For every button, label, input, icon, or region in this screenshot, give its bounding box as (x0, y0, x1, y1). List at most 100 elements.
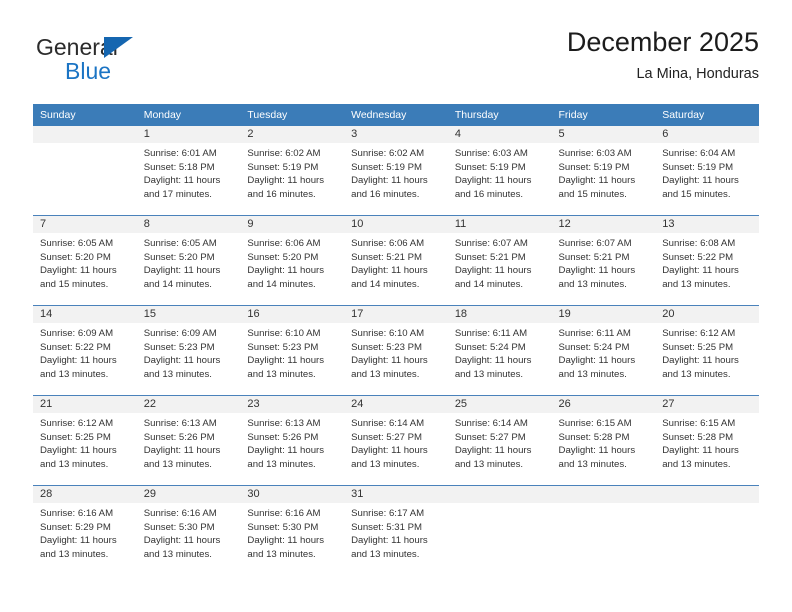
day-number (551, 486, 656, 503)
sunrise-text: Sunrise: 6:12 AM (40, 418, 114, 429)
calendar-day-cell[interactable]: 4 Sunrise: 6:03 AM Sunset: 5:19 PM Daylight… (447, 126, 552, 214)
calendar-day-cell[interactable]: 14 Sunrise: 6:09 AM Sunset: 5:22 PM Dayligh… (33, 306, 137, 394)
weekday-header-friday: Friday (551, 104, 656, 126)
calendar-day-cell[interactable]: 23 Sunrise: 6:13 AM Sunset: 5:26 PM Dayligh… (240, 396, 345, 484)
sunset-text: Sunset: 5:19 PM (351, 161, 423, 173)
daylight-text-line1: Daylight: 11 hours (662, 265, 739, 277)
day-number: 18 (447, 306, 552, 323)
calendar-day-cell[interactable]: 29 Sunrise: 6:16 AM Sunset: 5:30 PM Dayligh… (136, 486, 241, 574)
calendar-day-cell[interactable]: 17 Sunrise: 6:10 AM Sunset: 5:23 PM Dayligh… (344, 306, 448, 394)
weekday-header-thursday: Thursday (447, 104, 552, 126)
sunset-text: Sunset: 5:26 PM (247, 431, 319, 443)
calendar-day-cell[interactable]: 22 Sunrise: 6:13 AM Sunset: 5:26 PM Dayligh… (136, 396, 241, 484)
calendar-week-row: 7 Sunrise: 6:05 AM Sunset: 5:20 PM Daylight… (33, 215, 759, 306)
sunset-text: Sunset: 5:21 PM (351, 251, 423, 263)
calendar-day-cell[interactable]: 13 Sunrise: 6:08 AM Sunset: 5:22 PM Dayligh… (655, 216, 759, 304)
calendar-day-cell[interactable]: 8 Sunrise: 6:05 AM Sunset: 5:20 PM Daylight… (136, 216, 241, 304)
calendar-day-cell[interactable]: 7 Sunrise: 6:05 AM Sunset: 5:20 PM Daylight… (33, 216, 137, 304)
day-details: Sunrise: 6:10 AM Sunset: 5:23 PM Daylight:… (240, 323, 344, 381)
daylight-text-line1: Daylight: 11 hours (143, 355, 221, 367)
day-details: Sunrise: 6:05 AM Sunset: 5:20 PM Daylight:… (137, 233, 241, 291)
daylight-text-line1: Daylight: 11 hours (40, 355, 117, 367)
day-details: Sunrise: 6:11 AM Sunset: 5:24 PM Daylight:… (448, 323, 552, 381)
sunrise-text: Sunrise: 6:07 AM (454, 238, 528, 249)
daylight-text-line1: Daylight: 11 hours (558, 265, 636, 277)
daylight-text-line1: Daylight: 11 hours (558, 445, 636, 457)
calendar-day-cell[interactable]: 5 Sunrise: 6:03 AM Sunset: 5:19 PM Daylight… (551, 126, 656, 214)
calendar-day-cell[interactable]: 11 Sunrise: 6:07 AM Sunset: 5:21 PM Dayligh… (447, 216, 552, 304)
day-number: 21 (33, 396, 137, 413)
daylight-text-line2: and 16 minutes. (247, 188, 316, 200)
sunset-text: Sunset: 5:19 PM (454, 161, 526, 173)
day-details: Sunrise: 6:06 AM Sunset: 5:20 PM Daylight:… (240, 233, 344, 291)
sunrise-text: Sunrise: 6:02 AM (351, 148, 425, 159)
sunrise-text: Sunrise: 6:13 AM (143, 418, 217, 429)
daylight-text-line2: and 17 minutes. (143, 188, 212, 200)
calendar-day-cell[interactable]: 31 Sunrise: 6:17 AM Sunset: 5:31 PM Dayligh… (344, 486, 448, 574)
day-details: Sunrise: 6:02 AM Sunset: 5:19 PM Daylight:… (344, 143, 448, 201)
calendar-day-cell[interactable]: 10 Sunrise: 6:06 AM Sunset: 5:21 PM Dayligh… (344, 216, 448, 304)
calendar-day-cell[interactable]: 6 Sunrise: 6:04 AM Sunset: 5:19 PM Daylight… (655, 126, 759, 214)
day-number: 31 (344, 486, 448, 503)
daylight-text-line1: Daylight: 11 hours (247, 535, 325, 547)
calendar-day-cell[interactable]: 1 Sunrise: 6:01 AM Sunset: 5:18 PM Daylight… (136, 126, 241, 214)
calendar-header-row: Sunday Monday Tuesday Wednesday Thursday Frid… (33, 104, 759, 126)
daylight-text-line1: Daylight: 11 hours (40, 445, 117, 457)
day-number: 2 (240, 126, 345, 143)
day-details: Sunrise: 6:15 AM Sunset: 5:28 PM Daylight:… (655, 413, 759, 471)
calendar-day-cell[interactable]: 26 Sunrise: 6:15 AM Sunset: 5:28 PM Dayligh… (551, 396, 656, 484)
sunrise-text: Sunrise: 6:16 AM (247, 508, 321, 519)
day-number: 22 (136, 396, 241, 413)
calendar-day-cell[interactable]: 24 Sunrise: 6:14 AM Sunset: 5:27 PM Dayligh… (344, 396, 448, 484)
daylight-text-line1: Daylight: 11 hours (351, 265, 428, 277)
calendar-day-cell[interactable]: 20 Sunrise: 6:12 AM Sunset: 5:25 PM Dayligh… (655, 306, 759, 394)
sunset-text: Sunset: 5:26 PM (143, 431, 215, 443)
daylight-text-line1: Daylight: 11 hours (662, 445, 739, 457)
day-number (447, 486, 552, 503)
daylight-text-line2: and 13 minutes. (351, 548, 420, 560)
calendar-day-cell[interactable]: 27 Sunrise: 6:15 AM Sunset: 5:28 PM Dayligh… (655, 396, 759, 484)
calendar-cell-empty (447, 486, 552, 574)
sunrise-text: Sunrise: 6:13 AM (247, 418, 321, 429)
calendar-day-cell[interactable]: 16 Sunrise: 6:10 AM Sunset: 5:23 PM Dayligh… (240, 306, 345, 394)
day-details: Sunrise: 6:03 AM Sunset: 5:19 PM Daylight:… (448, 143, 552, 201)
day-details: Sunrise: 6:16 AM Sunset: 5:30 PM Daylight:… (137, 503, 241, 561)
daylight-text-line1: Daylight: 11 hours (143, 445, 221, 457)
day-details: Sunrise: 6:07 AM Sunset: 5:21 PM Daylight:… (448, 233, 552, 291)
calendar-day-cell[interactable]: 9 Sunrise: 6:06 AM Sunset: 5:20 PM Daylight… (240, 216, 345, 304)
daylight-text-line2: and 13 minutes. (40, 368, 109, 380)
page-subtitle: La Mina, Honduras (636, 66, 759, 82)
calendar-day-cell[interactable]: 30 Sunrise: 6:16 AM Sunset: 5:30 PM Dayligh… (240, 486, 345, 574)
daylight-text-line1: Daylight: 11 hours (143, 265, 221, 277)
day-details (33, 143, 137, 147)
sunset-text: Sunset: 5:29 PM (40, 521, 111, 533)
sunset-text: Sunset: 5:20 PM (247, 251, 319, 263)
calendar-day-cell[interactable]: 21 Sunrise: 6:12 AM Sunset: 5:25 PM Dayligh… (33, 396, 137, 484)
daylight-text-line1: Daylight: 11 hours (247, 445, 325, 457)
day-number: 27 (655, 396, 759, 413)
calendar-day-cell[interactable]: 15 Sunrise: 6:09 AM Sunset: 5:23 PM Dayligh… (136, 306, 241, 394)
sunrise-text: Sunrise: 6:11 AM (558, 328, 631, 339)
daylight-text-line2: and 13 minutes. (558, 458, 627, 470)
calendar-day-cell[interactable]: 2 Sunrise: 6:02 AM Sunset: 5:19 PM Daylight… (240, 126, 345, 214)
daylight-text-line1: Daylight: 11 hours (247, 355, 325, 367)
daylight-text-line2: and 13 minutes. (662, 278, 731, 290)
calendar-day-cell[interactable]: 19 Sunrise: 6:11 AM Sunset: 5:24 PM Dayligh… (551, 306, 656, 394)
daylight-text-line2: and 13 minutes. (143, 368, 212, 380)
day-number: 29 (136, 486, 241, 503)
day-number: 28 (33, 486, 137, 503)
calendar-day-cell[interactable]: 18 Sunrise: 6:11 AM Sunset: 5:24 PM Dayligh… (447, 306, 552, 394)
general-blue-logo[interactable]: General Blue (36, 34, 236, 90)
sunrise-text: Sunrise: 6:08 AM (662, 238, 736, 249)
calendar-day-cell[interactable]: 25 Sunrise: 6:14 AM Sunset: 5:27 PM Dayligh… (447, 396, 552, 484)
calendar-day-cell[interactable]: 28 Sunrise: 6:16 AM Sunset: 5:29 PM Dayligh… (33, 486, 137, 574)
daylight-text-line2: and 13 minutes. (143, 548, 212, 560)
calendar-day-cell[interactable]: 12 Sunrise: 6:07 AM Sunset: 5:21 PM Dayligh… (551, 216, 656, 304)
daylight-text-line1: Daylight: 11 hours (662, 175, 739, 187)
daylight-text-line1: Daylight: 11 hours (351, 445, 428, 457)
day-details: Sunrise: 6:17 AM Sunset: 5:31 PM Daylight:… (344, 503, 448, 561)
calendar-day-cell[interactable]: 3 Sunrise: 6:02 AM Sunset: 5:19 PM Daylight… (344, 126, 448, 214)
daylight-text-line1: Daylight: 11 hours (558, 175, 636, 187)
day-number: 1 (136, 126, 241, 143)
daylight-text-line2: and 13 minutes. (662, 458, 731, 470)
